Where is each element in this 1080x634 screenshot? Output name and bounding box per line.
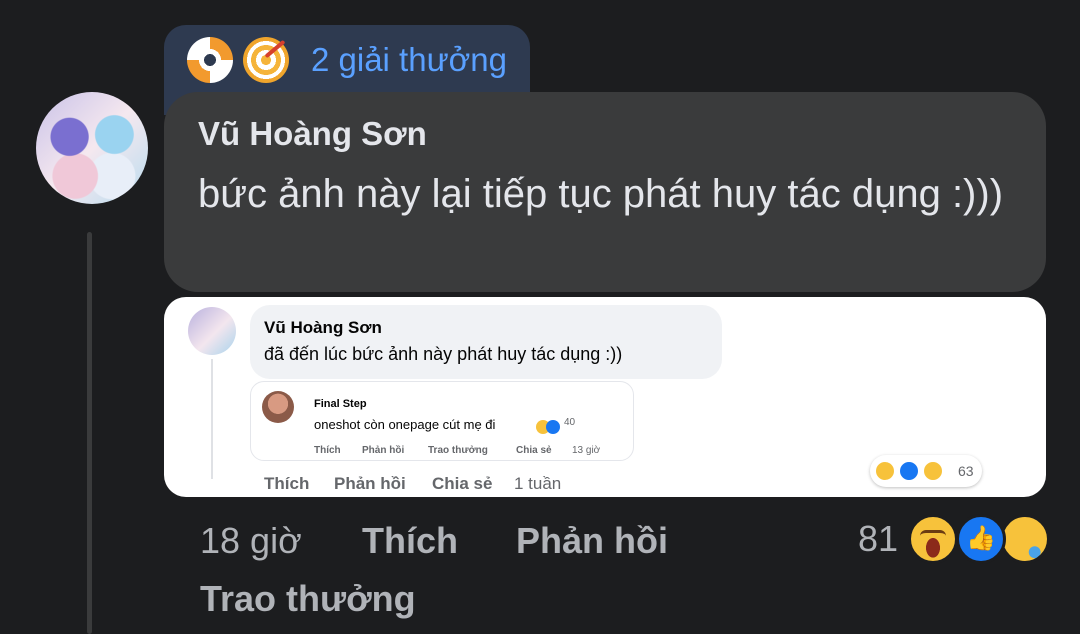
embedded-reply-avatar bbox=[262, 391, 294, 423]
embedded-comment-text: đã đến lúc bức ảnh này phát huy tác dụng… bbox=[264, 344, 623, 364]
embedded-comment-like: Thích bbox=[264, 474, 310, 493]
like-button[interactable]: Thích bbox=[362, 520, 458, 562]
embedded-avatar bbox=[188, 307, 236, 355]
embedded-like-icon bbox=[898, 460, 920, 482]
embedded-comment-author: Vũ Hoàng Sơn bbox=[264, 318, 382, 337]
comment-author[interactable]: Vũ Hoàng Sơn bbox=[198, 115, 427, 153]
award-button[interactable]: Trao thưởng bbox=[200, 578, 416, 620]
like-reaction-icon[interactable]: 👍 bbox=[956, 514, 1006, 564]
embedded-comment-time: 1 tuần bbox=[514, 474, 562, 493]
embedded-thread-line bbox=[211, 359, 213, 479]
embedded-reply-author: Final Step bbox=[314, 398, 367, 410]
comment-text: bức ảnh này lại tiếp tục phát huy tác dụ… bbox=[198, 172, 1004, 216]
embedded-comment-share: Chia sẻ bbox=[432, 474, 493, 493]
embedded-reply-like: Thích bbox=[314, 445, 341, 456]
awards-label[interactable]: 2 giải thưởng bbox=[311, 41, 507, 79]
embedded-sad-icon bbox=[922, 460, 944, 482]
reaction-count[interactable]: 81 bbox=[858, 518, 898, 560]
embedded-haha-icon bbox=[874, 460, 896, 482]
embedded-reply-text: oneshot còn onepage cút mẹ đi bbox=[314, 417, 496, 432]
reply-button[interactable]: Phản hồi bbox=[516, 520, 668, 562]
embedded-reply-like-icon bbox=[546, 420, 560, 434]
embedded-reply-share: Chia sẻ bbox=[516, 445, 552, 456]
embedded-reply-reaction-count: 40 bbox=[564, 417, 576, 428]
lifebuoy-award-icon bbox=[187, 37, 233, 83]
embedded-reaction-count: 63 bbox=[958, 463, 974, 479]
embedded-comment-reply: Phản hồi bbox=[334, 474, 406, 493]
avatar[interactable] bbox=[36, 92, 148, 204]
embedded-comment-bubble bbox=[250, 305, 722, 379]
thread-line bbox=[87, 232, 92, 634]
embedded-reply-award: Trao thưởng bbox=[428, 445, 488, 456]
sad-reaction-icon[interactable] bbox=[1000, 514, 1050, 564]
haha-reaction-icon[interactable] bbox=[908, 514, 958, 564]
embedded-reply-reply: Phản hồi bbox=[362, 445, 405, 456]
comment-time[interactable]: 18 giờ bbox=[200, 520, 302, 562]
target-award-icon bbox=[243, 37, 289, 83]
embedded-screenshot[interactable]: Vũ Hoàng Sơn đã đến lúc bức ảnh này phát… bbox=[164, 297, 1046, 497]
embedded-reply-time: 13 giờ bbox=[572, 445, 601, 456]
